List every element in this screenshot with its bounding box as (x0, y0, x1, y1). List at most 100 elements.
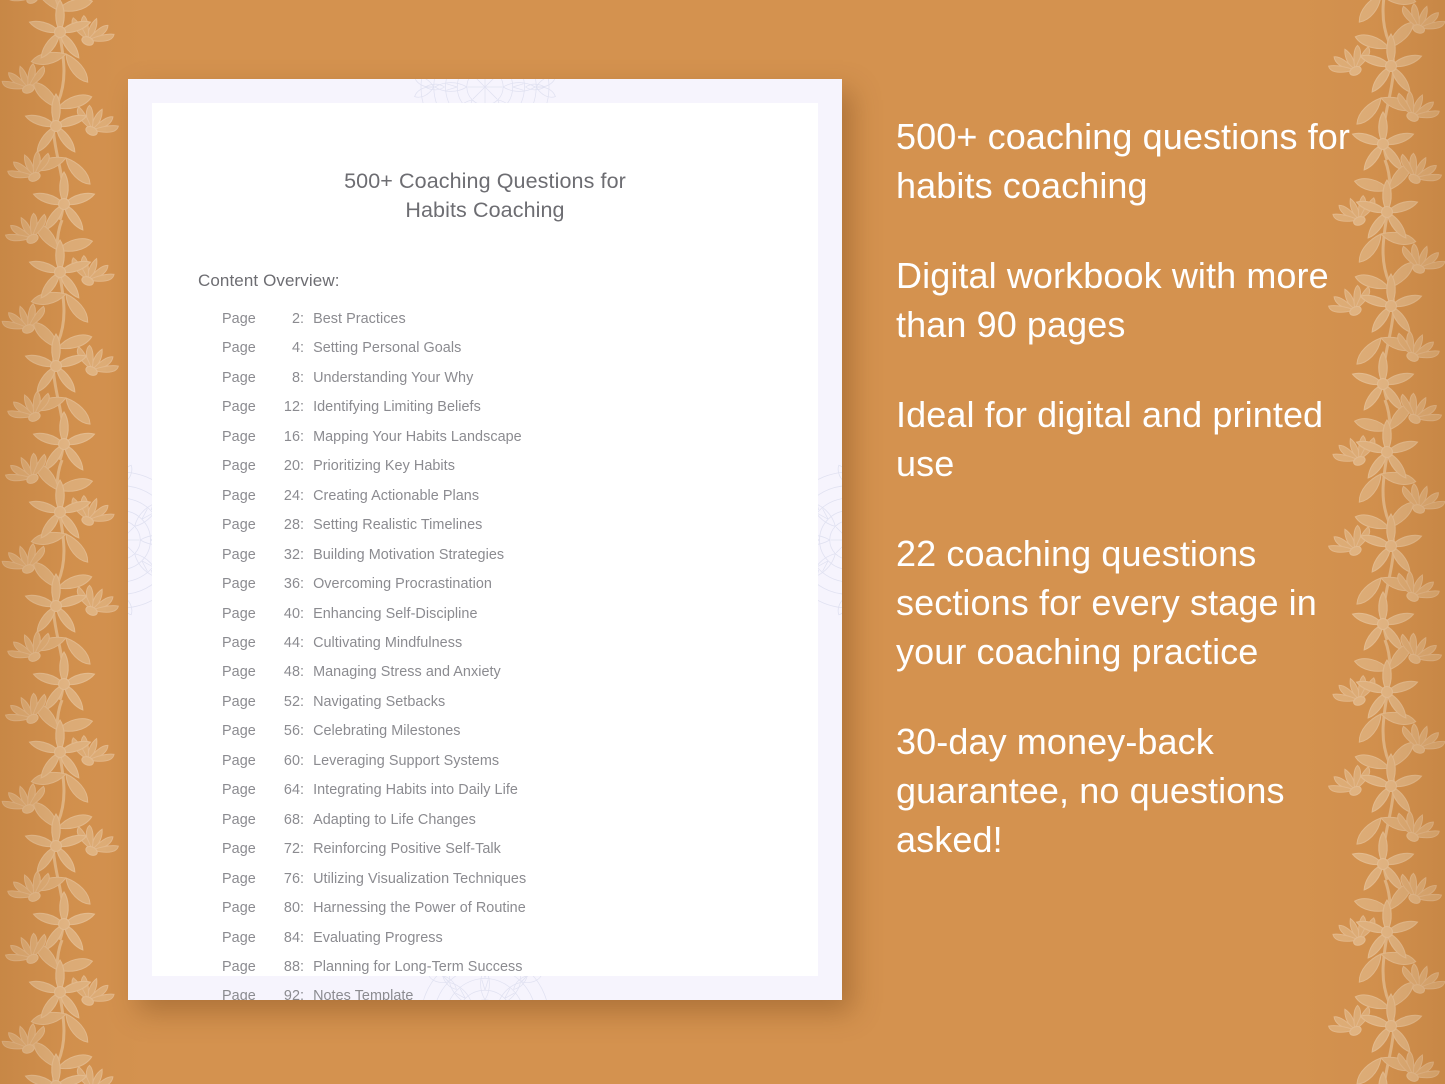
list-item: Page 76: Utilizing Visualization Technique… (222, 865, 774, 894)
toc-page-label: Page (222, 782, 256, 799)
list-item: Page 84: Evaluating Progress (222, 924, 774, 953)
list-item: Page 60: Leveraging Support Systems (222, 747, 774, 776)
toc-entry-title: Enhancing Self-Discipline (313, 605, 478, 622)
toc-separator: : (300, 752, 305, 769)
list-item: Page 44: Cultivating Mindfulness (222, 629, 774, 658)
toc-entry-title: Evaluating Progress (313, 929, 443, 946)
toc-separator: : (300, 517, 305, 534)
toc-separator: : (300, 399, 305, 416)
toc-page-label: Page (222, 428, 256, 445)
list-item: Page 72: Reinforcing Positive Self-Talk (222, 835, 774, 864)
list-item: Page 32: Building Motivation Strategies (222, 541, 774, 570)
toc-page-number: 60 (283, 752, 300, 769)
toc-entry-title: Celebrating Milestones (313, 723, 461, 740)
list-item: Page 52: Navigating Setbacks (222, 688, 774, 717)
toc-page-number: 76 (283, 870, 300, 887)
toc-separator: : (300, 546, 305, 563)
toc-page-number: 72 (283, 841, 300, 858)
toc-separator: : (300, 811, 305, 828)
list-item: Page 2: Best Practices (222, 305, 774, 334)
list-item: Page 36: Overcoming Procrastination (222, 570, 774, 599)
toc-page-label: Page (222, 340, 256, 357)
toc-page-label: Page (222, 458, 256, 475)
toc-page-number: 40 (283, 605, 300, 622)
toc-page-label: Page (222, 576, 256, 593)
page-title: 500+ Coaching Questions for Habits Coach… (344, 169, 626, 222)
toc-page-label: Page (222, 546, 256, 563)
toc-page-label: Page (222, 929, 256, 946)
toc-entry-title: Harnessing the Power of Routine (313, 900, 526, 917)
marketing-copy-block: 500+ coaching questions for habits coach… (896, 116, 1351, 206)
toc-page-number: 80 (283, 900, 300, 917)
toc-entry-title: Mapping Your Habits Landscape (313, 428, 522, 445)
toc-page-number: 64 (283, 782, 300, 799)
toc-separator: : (300, 841, 305, 858)
toc-entry-title: Navigating Setbacks (313, 693, 446, 710)
toc-entry-title: Leveraging Support Systems (313, 752, 500, 769)
list-item: Page 24: Creating Actionable Plans (222, 482, 774, 511)
toc-page-label: Page (222, 634, 256, 651)
list-item: Page 80: Harnessing the Power of Routine (222, 894, 774, 923)
document-page: 500+ Coaching Questions for Habits Coach… (152, 103, 818, 1000)
floral-vine-left-icon (0, 0, 128, 1084)
toc-page-label: Page (222, 664, 256, 681)
list-item: Page 12: Identifying Limiting Beliefs (222, 393, 774, 422)
toc-separator: : (300, 311, 305, 327)
list-item: Page 64: Integrating Habits into Daily Lif… (222, 776, 774, 805)
toc-entry-title: Overcoming Procrastination (313, 576, 492, 593)
toc-entry-title: Building Motivation Strategies (313, 546, 505, 563)
content-overview-label: Content Overview: (198, 271, 340, 290)
list-item: Page 56: Celebrating Milestones (222, 717, 774, 746)
list-item: Page 20: Prioritizing Key Habits (222, 452, 774, 481)
toc-separator: : (300, 782, 305, 799)
toc-entry-title: Notes Template (313, 988, 414, 1000)
toc-page-label: Page (222, 841, 256, 858)
toc-separator: : (300, 929, 305, 946)
toc-page-label: Page (222, 369, 256, 386)
toc-page-number: 92 (283, 988, 300, 1000)
list-item: Page 88: Planning for Long-Term Success (222, 953, 774, 982)
toc-page-number: 44 (283, 634, 300, 651)
list-item: Page 28: Setting Realistic Timelines (222, 511, 774, 540)
toc-separator: : (300, 487, 305, 504)
toc-page-number: 36 (283, 576, 300, 593)
toc-separator: : (300, 870, 305, 887)
toc-separator: : (300, 664, 305, 681)
toc-page-label: Page (222, 311, 256, 327)
toc-entry-title: Planning for Long-Term Success (313, 958, 523, 975)
toc-entry-title: Utilizing Visualization Techniques (313, 870, 527, 887)
toc-page-number: 20 (283, 458, 300, 475)
toc-page-label: Page (222, 517, 256, 534)
list-item: Page 8: Understanding Your Why (222, 364, 774, 393)
list-item: Page 48: Managing Stress and Anxiety (222, 658, 774, 687)
toc-separator: : (300, 369, 305, 386)
toc-page-number: 52 (283, 693, 300, 710)
toc-page-label: Page (222, 988, 256, 1000)
toc-page-number: 68 (283, 811, 300, 828)
toc-page-number: 12 (283, 399, 300, 416)
toc-page-number: 48 (283, 664, 300, 681)
marketing-copy-block: Ideal for digital and printed use (896, 394, 1324, 484)
toc-entry-title: Managing Stress and Anxiety (313, 664, 501, 681)
toc-entry-title: Adapting to Life Changes (313, 811, 476, 828)
toc-entry-title: Setting Realistic Timelines (313, 517, 483, 534)
list-item: Page 40: Enhancing Self-Discipline (222, 600, 774, 629)
toc-entry-title: Identifying Limiting Beliefs (313, 399, 481, 416)
toc-separator: : (300, 723, 305, 740)
marketing-copy-block: Digital workbook with more than 90 pages (896, 255, 1329, 345)
toc-page-label: Page (222, 487, 256, 504)
toc-entry-title: Best Practices (313, 311, 406, 327)
toc-entry-title: Prioritizing Key Habits (313, 458, 455, 475)
document-card: 500+ Coaching Questions for Habits Coach… (128, 79, 842, 1000)
marketing-copy-block: 30-day money-back guarantee, no question… (896, 721, 1285, 860)
toc-separator: : (300, 576, 305, 593)
marketing-copy-block: 22 coaching questions sections for every… (896, 533, 1317, 672)
toc-entry-title: Setting Personal Goals (313, 340, 462, 357)
toc-page-label: Page (222, 723, 256, 740)
marketing-copy: 500+ coaching questions for habits coach… (896, 112, 1366, 864)
list-item: Page 68: Adapting to Life Changes (222, 806, 774, 835)
toc-entry-title: Integrating Habits into Daily Life (313, 782, 518, 799)
toc-page-label: Page (222, 605, 256, 622)
toc-separator: : (300, 458, 305, 475)
toc-entry-title: Cultivating Mindfulness (313, 634, 463, 651)
